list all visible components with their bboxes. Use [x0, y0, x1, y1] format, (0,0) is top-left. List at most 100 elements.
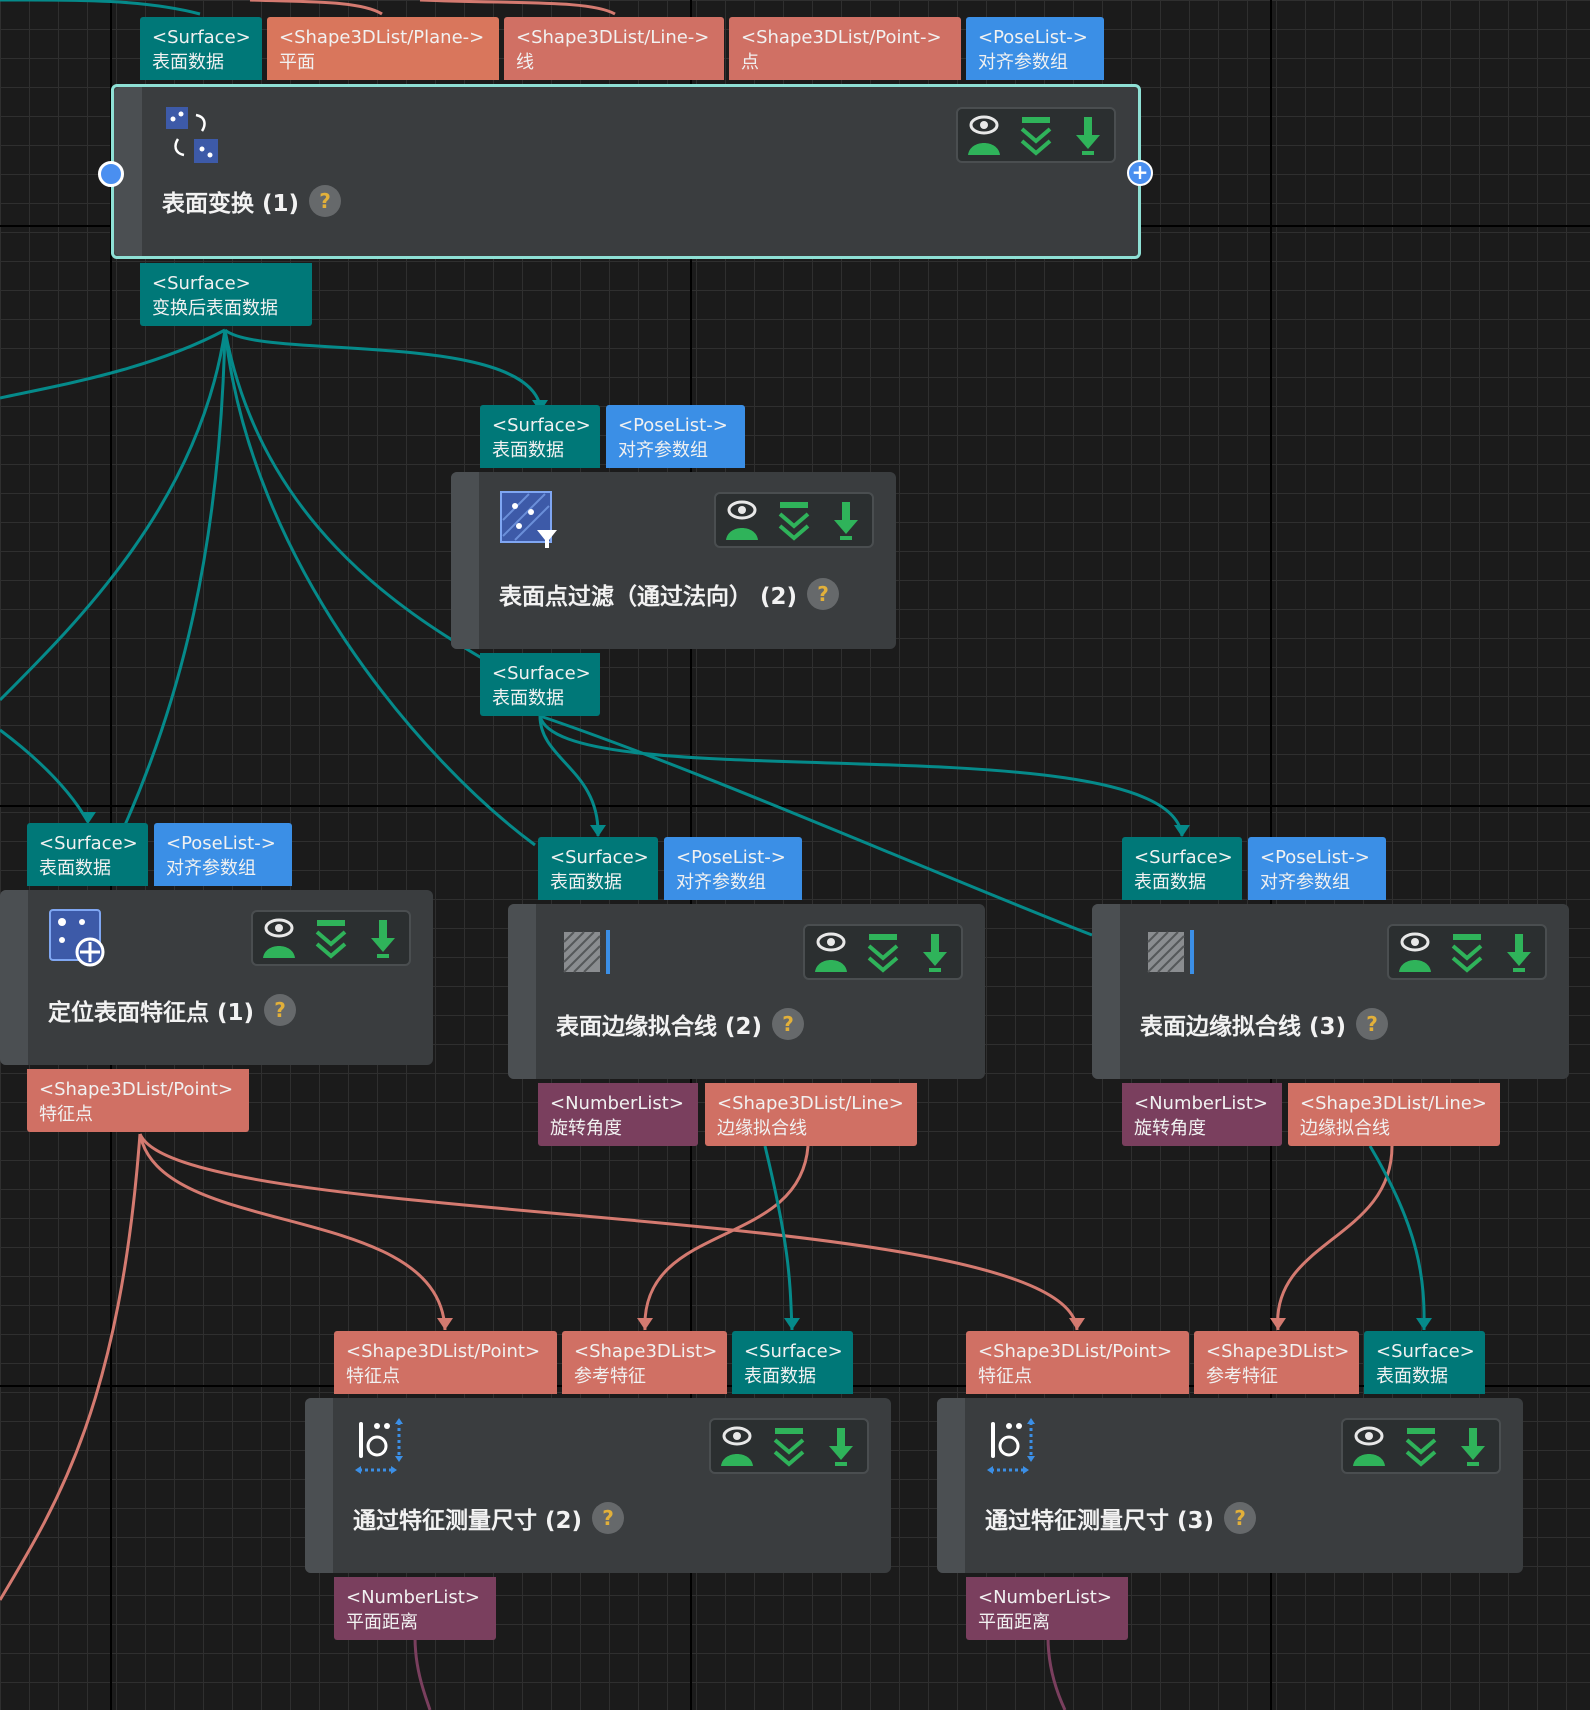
- wire: [0, 328, 226, 400]
- input-port-poselist[interactable]: <PoseList-> 对齐参数组: [664, 837, 802, 900]
- input-port-feature-points[interactable]: <Shape3DList/Point> 特征点: [334, 1331, 557, 1394]
- help-icon[interactable]: ?: [772, 1008, 805, 1040]
- output-port-edge-line[interactable]: <Shape3DList/Line> 边缘拟合线: [1288, 1083, 1500, 1146]
- wire: [0, 1133, 142, 1601]
- port-name: 旋转角度: [550, 1118, 622, 1139]
- input-port-point[interactable]: <Shape3DList/Point-> 点: [729, 17, 961, 80]
- help-icon[interactable]: ?: [264, 994, 297, 1026]
- node-title: 表面点过滤（通过法向） (2) ?: [499, 577, 840, 611]
- output-port-plane-distance[interactable]: <NumberList> 平面距离: [334, 1577, 496, 1640]
- download-icon[interactable]: [915, 930, 955, 974]
- edge-fit-icon: [563, 930, 610, 974]
- port-name: 平面: [279, 52, 315, 73]
- node-drag-handle[interactable]: [1092, 904, 1120, 1079]
- wire: [123, 329, 227, 826]
- port-name: 表面数据: [152, 52, 224, 73]
- node-toolbar: [251, 910, 411, 966]
- input-port-surface[interactable]: <Surface> 表面数据: [1122, 837, 1242, 900]
- node-title-text: 定位表面特征点 (1): [48, 1000, 255, 1026]
- visibility-icon[interactable]: [1395, 930, 1435, 974]
- wire: [0, 728, 90, 823]
- download-icon[interactable]: [1453, 1424, 1493, 1468]
- wire: [419, 0, 616, 16]
- input-port-poselist[interactable]: <PoseList-> 对齐参数组: [966, 17, 1104, 80]
- transform-icon: [166, 107, 218, 163]
- node-input-dot[interactable]: [98, 161, 124, 187]
- node-surface-filter[interactable]: 表面点过滤（通过法向） (2) ?: [451, 472, 896, 649]
- wire: [224, 328, 542, 406]
- node-drag-handle[interactable]: [508, 904, 536, 1079]
- wire: [223, 329, 486, 662]
- input-port-poselist[interactable]: <PoseList-> 对齐参数组: [1248, 837, 1386, 900]
- help-icon[interactable]: ?: [1356, 1008, 1389, 1040]
- download-icon[interactable]: [826, 498, 866, 542]
- download-icon[interactable]: [363, 916, 403, 960]
- output-port-rotation-angle[interactable]: <NumberList> 旋转角度: [1122, 1083, 1282, 1146]
- output-port-edge-line[interactable]: <Shape3DList/Line> 边缘拟合线: [705, 1083, 917, 1146]
- download-icon[interactable]: [1499, 930, 1539, 974]
- wire-arrow: [637, 1318, 653, 1330]
- node-measure-2[interactable]: 通过特征测量尺寸 (2) ?: [305, 1398, 891, 1573]
- visibility-icon[interactable]: [964, 113, 1004, 157]
- wire: [413, 1636, 432, 1710]
- help-icon[interactable]: ?: [807, 578, 840, 610]
- help-icon[interactable]: ?: [1224, 1502, 1257, 1534]
- visibility-icon[interactable]: [811, 930, 851, 974]
- port-name: 特征点: [978, 1366, 1032, 1387]
- port-type: <Surface>: [1376, 1341, 1475, 1362]
- download-icon[interactable]: [1068, 113, 1108, 157]
- node-title-text: 通过特征测量尺寸 (3): [985, 1508, 1215, 1534]
- visibility-icon[interactable]: [717, 1424, 757, 1468]
- output-port-rotation-angle[interactable]: <NumberList> 旋转角度: [538, 1083, 698, 1146]
- node-locate-features[interactable]: 定位表面特征点 (1) ?: [0, 890, 433, 1065]
- input-port-surface[interactable]: <Surface> 表面数据: [480, 405, 600, 468]
- collapse-icon[interactable]: [769, 1424, 809, 1468]
- output-port-feature-points[interactable]: <Shape3DList/Point> 特征点: [27, 1069, 249, 1132]
- visibility-icon[interactable]: [259, 916, 299, 960]
- node-drag-handle[interactable]: [451, 472, 479, 649]
- input-port-surface[interactable]: <Surface> 表面数据: [538, 837, 658, 900]
- output-port-transformed-surface[interactable]: <Surface> 变换后表面数据: [140, 263, 312, 326]
- port-name: 表面数据: [1376, 1366, 1448, 1387]
- node-drag-handle[interactable]: [0, 890, 28, 1065]
- node-title-text: 通过特征测量尺寸 (2): [353, 1508, 583, 1534]
- input-port-feature-points[interactable]: <Shape3DList/Point> 特征点: [966, 1331, 1189, 1394]
- port-name: 对齐参数组: [978, 52, 1068, 73]
- input-port-surface[interactable]: <Surface> 表面数据: [140, 17, 262, 80]
- port-name: 变换后表面数据: [152, 298, 278, 319]
- port-type: <Shape3DList>: [1206, 1341, 1350, 1362]
- input-port-poselist[interactable]: <PoseList-> 对齐参数组: [154, 823, 292, 886]
- wire: [763, 1145, 794, 1331]
- input-port-surface[interactable]: <Surface> 表面数据: [732, 1331, 853, 1394]
- visibility-icon[interactable]: [722, 498, 762, 542]
- node-surface-transform[interactable]: 表面变换 (1) ?: [111, 84, 1141, 259]
- input-port-line[interactable]: <Shape3DList/Line-> 线: [504, 17, 724, 80]
- collapse-icon[interactable]: [311, 916, 351, 960]
- input-port-plane[interactable]: <Shape3DList/Plane-> 平面: [267, 17, 499, 80]
- input-port-surface[interactable]: <Surface> 表面数据: [1364, 1331, 1485, 1394]
- node-drag-handle[interactable]: [937, 1398, 965, 1573]
- node-title: 定位表面特征点 (1) ?: [48, 993, 297, 1027]
- add-connection-icon[interactable]: +: [1127, 160, 1153, 186]
- visibility-icon[interactable]: [1349, 1424, 1389, 1468]
- input-port-reference-feature[interactable]: <Shape3DList> 参考特征: [1194, 1331, 1359, 1394]
- collapse-icon[interactable]: [1447, 930, 1487, 974]
- input-port-reference-feature[interactable]: <Shape3DList> 参考特征: [562, 1331, 727, 1394]
- collapse-icon[interactable]: [774, 498, 814, 542]
- download-icon[interactable]: [821, 1424, 861, 1468]
- measure-icon: [355, 1418, 403, 1474]
- help-icon[interactable]: ?: [592, 1502, 625, 1534]
- node-edge-fit-3[interactable]: 表面边缘拟合线 (3) ?: [1092, 904, 1569, 1079]
- collapse-icon[interactable]: [863, 930, 903, 974]
- output-port-surface[interactable]: <Surface> 表面数据: [480, 653, 600, 716]
- node-measure-3[interactable]: 通过特征测量尺寸 (3) ?: [937, 1398, 1523, 1573]
- output-port-plane-distance[interactable]: <NumberList> 平面距离: [966, 1577, 1128, 1640]
- help-icon[interactable]: ?: [309, 185, 342, 217]
- node-drag-handle[interactable]: [305, 1398, 333, 1573]
- input-port-surface[interactable]: <Surface> 表面数据: [27, 823, 148, 886]
- collapse-icon[interactable]: [1016, 113, 1056, 157]
- node-toolbar: [803, 924, 963, 980]
- node-edge-fit-2[interactable]: 表面边缘拟合线 (2) ?: [508, 904, 985, 1079]
- collapse-icon[interactable]: [1401, 1424, 1441, 1468]
- input-port-poselist[interactable]: <PoseList-> 对齐参数组: [606, 405, 745, 468]
